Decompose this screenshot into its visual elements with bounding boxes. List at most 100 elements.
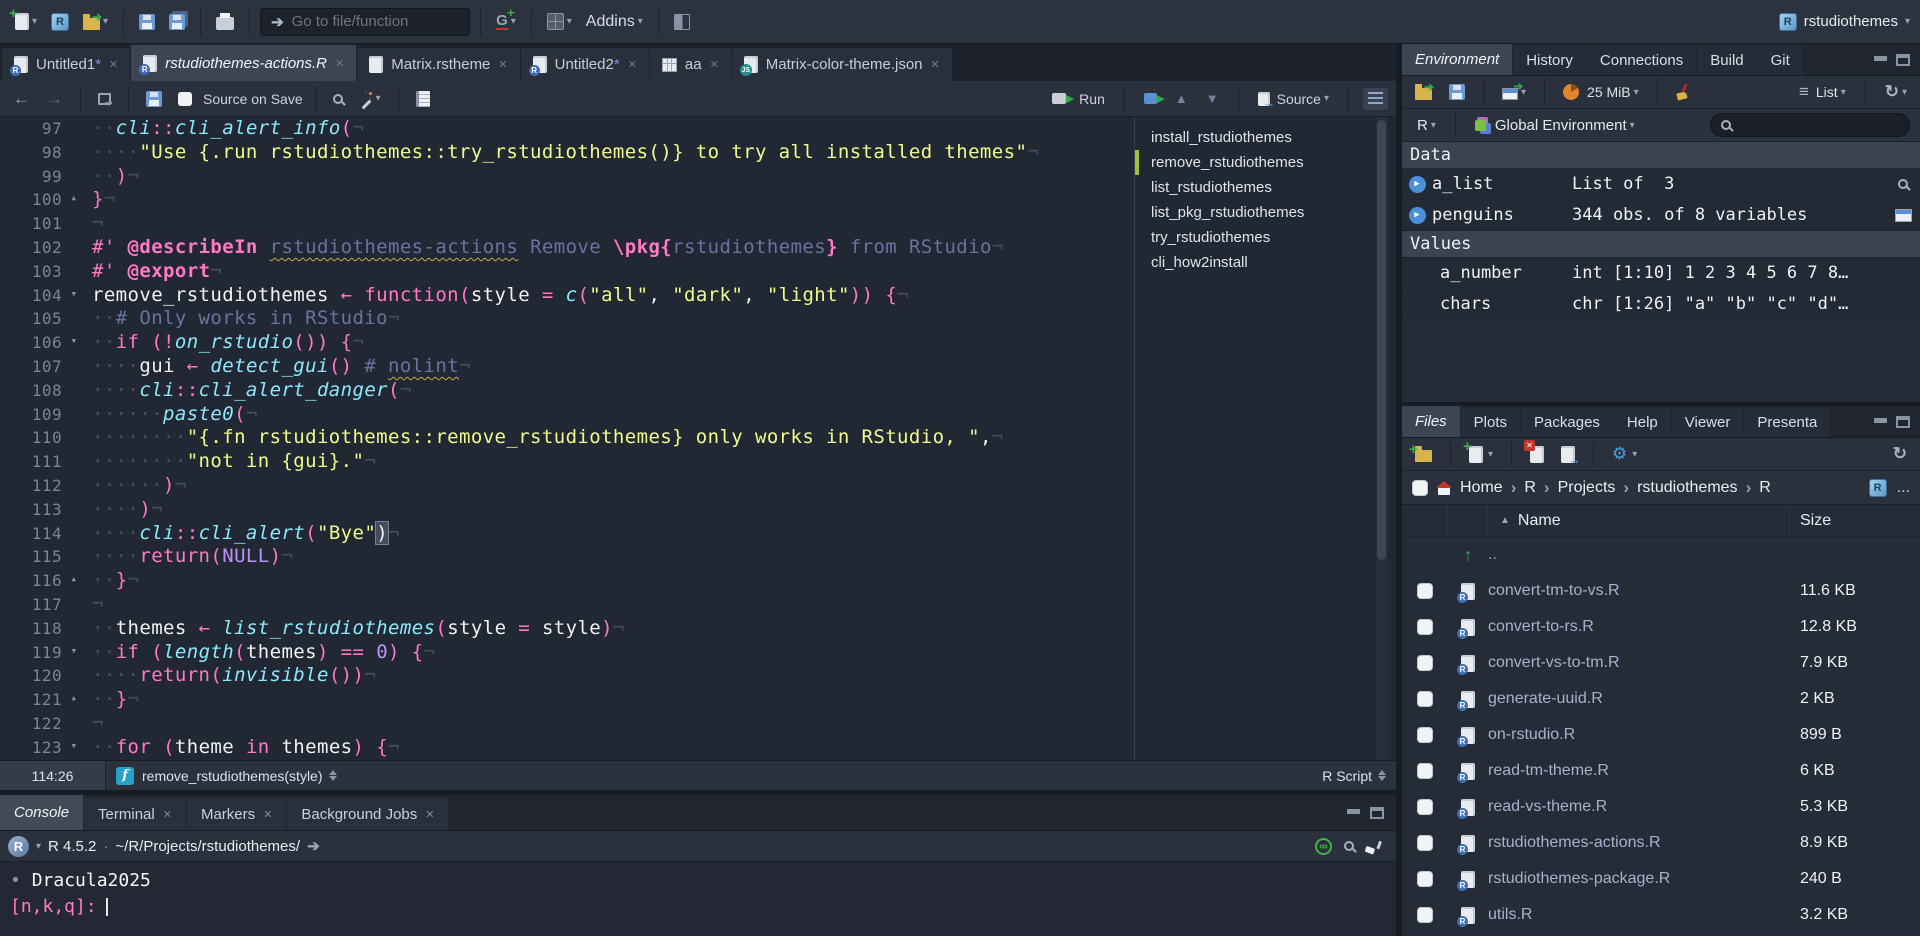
addins-button[interactable]: Addins ▾: [581, 9, 648, 35]
breadcrumb-item[interactable]: Home: [1460, 479, 1503, 497]
file-row[interactable]: ↑..: [1402, 537, 1920, 573]
code-editor[interactable]: 97 ··cli::cli_alert_info(¬ 98 ····"Use {.ru…: [0, 117, 1134, 760]
files-tab[interactable]: Viewer: [1671, 408, 1744, 437]
console-tab[interactable]: Terminal ✕: [84, 798, 186, 830]
close-icon[interactable]: ✕: [263, 808, 272, 821]
nav-back-button[interactable]: ←: [8, 85, 35, 113]
run-button[interactable]: Run: [1047, 87, 1110, 111]
function-context-dropdown[interactable]: remove_rstudiothemes(style): [142, 768, 323, 784]
goto-file-function-box[interactable]: ➔: [260, 7, 471, 36]
file-name[interactable]: convert-vs-to-tm.R: [1488, 654, 1790, 672]
pane-layout-button[interactable]: [669, 10, 695, 34]
source-on-save-checkbox[interactable]: [173, 88, 197, 110]
outline-item[interactable]: list_pkg_rstudiothemes: [1135, 200, 1374, 225]
editor-tab[interactable]: Matrix-color-theme.json ✕: [731, 48, 952, 81]
close-icon[interactable]: ✕: [710, 58, 719, 71]
fold-marker-icon[interactable]: ▴: [62, 688, 86, 712]
close-icon[interactable]: ✕: [628, 58, 637, 71]
new-project-button[interactable]: R: [46, 9, 74, 35]
view-mode-dropdown[interactable]: ≡ List ▾: [1794, 78, 1851, 106]
show-in-new-window-button[interactable]: [93, 89, 116, 109]
refresh-files-button[interactable]: ↻: [1888, 440, 1912, 468]
file-name[interactable]: generate-uuid.R: [1488, 690, 1790, 708]
project-selector[interactable]: R rstudiothemes ▾: [1778, 12, 1910, 31]
files-tab[interactable]: Files: [1402, 406, 1460, 437]
document-outline-toggle[interactable]: [1363, 87, 1388, 110]
file-row[interactable]: convert-to-rs.R 12.8 KB: [1402, 609, 1920, 645]
language-dropdown[interactable]: R ▾: [1412, 113, 1441, 138]
outline-item[interactable]: remove_rstudiothemes: [1135, 150, 1374, 175]
chevron-down-icon[interactable]: ▾: [36, 841, 41, 852]
find-replace-button[interactable]: [328, 90, 348, 108]
breadcrumb-more-button[interactable]: ...: [1897, 479, 1910, 497]
object-action-cell[interactable]: [1886, 179, 1920, 189]
refresh-button[interactable]: ↻ ▾: [1880, 78, 1912, 106]
outline-item[interactable]: try_rstudiothemes: [1135, 225, 1374, 250]
fold-marker-icon[interactable]: ▾: [62, 736, 86, 760]
close-icon[interactable]: ✕: [498, 58, 507, 71]
new-folder-button[interactable]: [1409, 441, 1437, 466]
editor-tab[interactable]: Untitled2* ✕: [520, 48, 649, 81]
goto-directory-icon[interactable]: ➔: [307, 837, 320, 855]
expand-object-icon[interactable]: ▶: [1402, 206, 1432, 224]
environment-object-row[interactable]: ▶ penguins 344 obs. of 8 variables: [1402, 200, 1920, 231]
load-workspace-button[interactable]: [1410, 80, 1437, 104]
environment-section-header[interactable]: Values: [1402, 231, 1920, 258]
outline-item[interactable]: cli_how2install: [1135, 250, 1374, 275]
save-source-button[interactable]: [141, 87, 167, 111]
memory-usage-button[interactable]: 25 MiB ▾: [1558, 80, 1644, 104]
file-row[interactable]: utils.R 3.2 KB: [1402, 897, 1920, 933]
file-row[interactable]: on-rstudio.R 899 B: [1402, 717, 1920, 753]
doc-type-dropdown[interactable]: R Script: [1322, 768, 1396, 784]
breadcrumb-item[interactable]: Projects: [1558, 479, 1616, 497]
fold-marker-icon[interactable]: ▾: [62, 641, 86, 665]
name-column-header[interactable]: ▲ Name: [1488, 505, 1790, 536]
file-row[interactable]: convert-tm-to-vs.R 11.6 KB: [1402, 573, 1920, 609]
clear-console-icon[interactable]: [1364, 837, 1382, 855]
file-name[interactable]: rstudiothemes-package.R: [1488, 870, 1790, 888]
fold-marker-icon[interactable]: ▾: [62, 331, 86, 355]
file-name[interactable]: ..: [1488, 546, 1790, 564]
environment-tab[interactable]: Git: [1757, 46, 1803, 75]
profiler-icon[interactable]: ∞: [1315, 837, 1332, 855]
nav-forward-button[interactable]: →: [41, 85, 68, 113]
files-tab[interactable]: Packages: [1521, 408, 1613, 437]
goto-file-function-input[interactable]: [291, 13, 452, 30]
scrollbar-thumb[interactable]: [1377, 120, 1386, 560]
fold-marker-icon[interactable]: ▴: [62, 569, 86, 593]
outline-item[interactable]: install_rstudiothemes: [1135, 125, 1374, 150]
file-checkbox[interactable]: [1417, 871, 1433, 887]
environment-tab[interactable]: Connections: [1586, 46, 1697, 75]
file-row[interactable]: rstudiothemes-actions.R 8.9 KB: [1402, 825, 1920, 861]
maximize-pane-icon[interactable]: [1896, 53, 1910, 66]
close-icon[interactable]: ✕: [425, 808, 434, 821]
file-name[interactable]: convert-tm-to-vs.R: [1488, 582, 1790, 600]
fold-marker-icon[interactable]: ▴: [62, 188, 86, 212]
minimize-pane-icon[interactable]: [1347, 809, 1360, 814]
environment-search-input[interactable]: [1738, 117, 1888, 133]
r-logo-icon[interactable]: R: [8, 835, 29, 857]
view-table-icon[interactable]: [1894, 208, 1912, 222]
console-tab[interactable]: Console: [0, 795, 84, 830]
open-file-button[interactable]: ▾: [78, 10, 113, 34]
file-checkbox[interactable]: [1417, 619, 1433, 635]
maximize-pane-icon[interactable]: [1896, 415, 1910, 428]
maximize-pane-icon[interactable]: [1370, 806, 1384, 819]
compile-report-button[interactable]: [411, 87, 435, 111]
file-row[interactable]: convert-vs-to-tm.R 7.9 KB: [1402, 645, 1920, 681]
breadcrumb-item[interactable]: rstudiothemes: [1637, 479, 1738, 497]
environment-object-row[interactable]: a_number int [1:10] 1 2 3 4 5 6 7 8…: [1402, 258, 1920, 289]
size-column-header[interactable]: Size: [1790, 512, 1920, 530]
file-row[interactable]: read-vs-theme.R 5.3 KB: [1402, 789, 1920, 825]
rename-file-button[interactable]: [1556, 442, 1581, 467]
save-workspace-button[interactable]: [1444, 80, 1470, 104]
environment-tab[interactable]: Environment: [1402, 44, 1513, 75]
clear-workspace-button[interactable]: [1671, 81, 1695, 103]
environment-section-header[interactable]: Data: [1402, 142, 1920, 169]
files-tab[interactable]: Help: [1613, 408, 1671, 437]
version-control-button[interactable]: G▾: [491, 5, 521, 34]
save-all-button[interactable]: [164, 10, 190, 34]
workspace-panes-button[interactable]: ▾: [542, 9, 577, 34]
project-icon[interactable]: R: [1868, 478, 1887, 497]
breadcrumb-item[interactable]: R: [1759, 479, 1771, 497]
